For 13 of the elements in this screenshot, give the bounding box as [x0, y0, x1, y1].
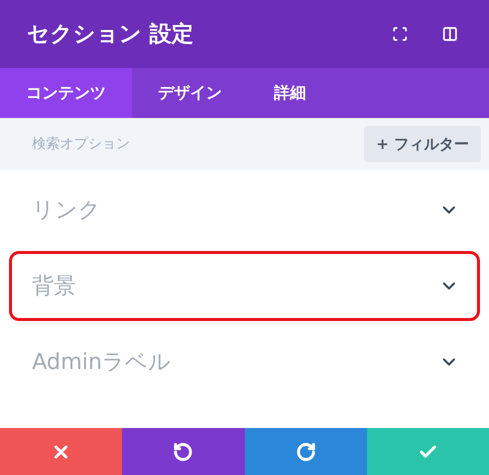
undo-icon: [173, 442, 194, 462]
panel-title: セクション 設定: [27, 20, 195, 48]
redo-button[interactable]: [244, 428, 367, 475]
redo-icon: [296, 442, 316, 462]
undo-button[interactable]: [122, 428, 244, 475]
filter-button[interactable]: + フィルター: [364, 126, 481, 162]
tab[interactable]: コンテンツ: [0, 68, 132, 118]
fullscreen-icon: [392, 26, 408, 42]
tab[interactable]: デザイン: [132, 68, 248, 118]
tab[interactable]: 詳細: [248, 68, 332, 118]
dock-icon: [442, 26, 458, 42]
dock-button[interactable]: [440, 24, 460, 44]
fullscreen-button[interactable]: [390, 24, 410, 44]
